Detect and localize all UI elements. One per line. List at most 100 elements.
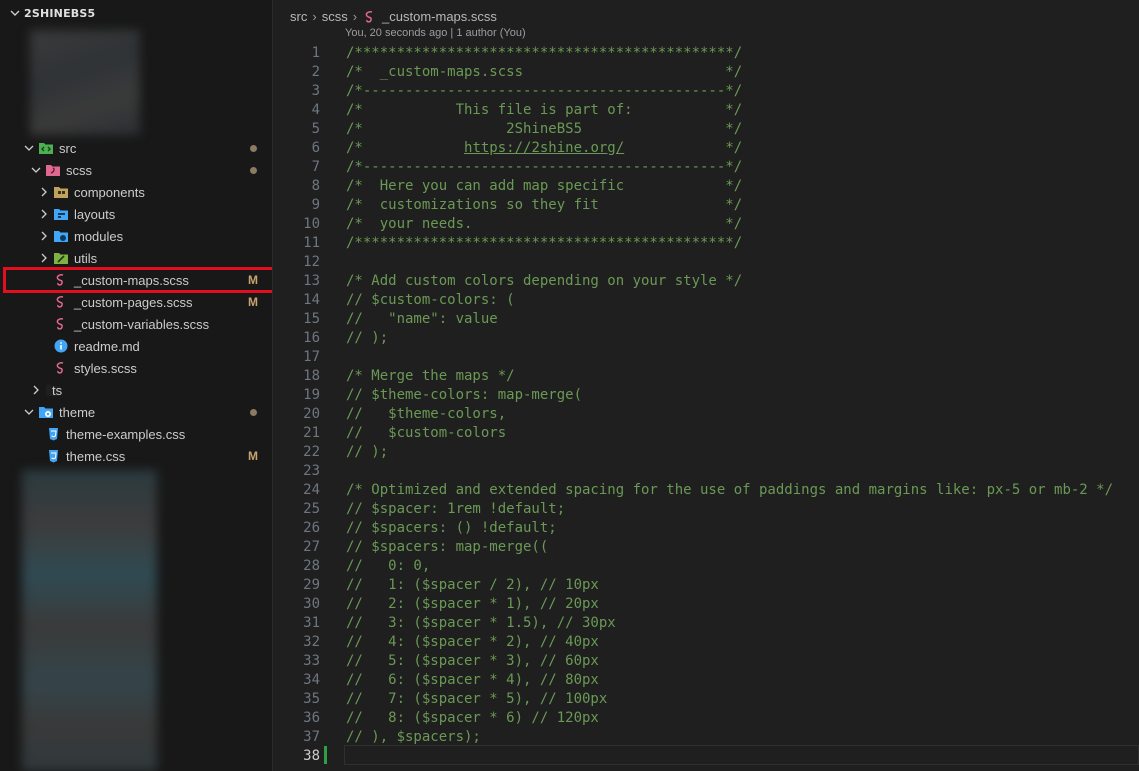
- tree-item-label: theme-examples.css: [66, 426, 186, 442]
- code-line: 2 /* _custom-maps.scss */: [274, 62, 1139, 81]
- info-file-icon: [53, 338, 69, 354]
- code-line: 27 // $spacers: map-merge((: [274, 537, 1139, 556]
- line-number: 32: [303, 633, 320, 650]
- tree-item-theme-css[interactable]: theme.css M: [0, 445, 272, 467]
- line-number: 37: [303, 728, 320, 745]
- code-line: 34 // 6: ($spacer * 4), // 80px: [274, 670, 1139, 689]
- code-line: 9 /* customizations so they fit */: [274, 195, 1139, 214]
- tree-item-src[interactable]: src: [0, 137, 272, 159]
- line-number: 36: [303, 709, 320, 726]
- line-number: 31: [303, 614, 320, 631]
- code-text: // 2: ($spacer * 1), // 20px: [346, 595, 599, 612]
- code-line: 25 // $spacer: 1rem !default;: [274, 499, 1139, 518]
- tree-item-custom-variables[interactable]: _custom-variables.scss: [0, 313, 272, 335]
- file-tree: src scss components layouts modules util…: [0, 137, 272, 467]
- folder-src-icon: [38, 140, 54, 156]
- code-line: 22 // );: [274, 442, 1139, 461]
- tree-item-readme[interactable]: readme.md: [0, 335, 272, 357]
- code-line: 32 // 4: ($spacer * 2), // 40px: [274, 632, 1139, 651]
- code-text: // 4: ($spacer * 2), // 40px: [346, 633, 599, 650]
- tree-item-ts[interactable]: ts: [0, 379, 272, 401]
- line-number: 10: [303, 215, 320, 232]
- line-number: 26: [303, 519, 320, 536]
- code-text: /* 2ShineBS5 */: [346, 120, 743, 137]
- code-text: // $spacers: () !default;: [346, 519, 557, 536]
- comment-link[interactable]: https://2shine.org/: [464, 140, 624, 156]
- tree-item-scss[interactable]: scss: [0, 159, 272, 181]
- line-number: 27: [303, 538, 320, 555]
- tree-item-custom-maps[interactable]: _custom-maps.scss M: [0, 269, 272, 291]
- code-text: /* Optimized and extended spacing for th…: [346, 481, 1114, 498]
- code-text: // $theme-colors,: [346, 405, 507, 422]
- line-number: 16: [303, 329, 320, 346]
- line-number: 18: [303, 367, 320, 384]
- code-line: 30 // 2: ($spacer * 1), // 20px: [274, 594, 1139, 613]
- tree-item-label: styles.scss: [74, 360, 137, 376]
- tree-item-label: ts: [52, 382, 63, 398]
- chevron-right-icon: [37, 229, 51, 243]
- line-number: 1: [311, 44, 320, 61]
- code-line: 26 // $spacers: () !default;: [274, 518, 1139, 537]
- breadcrumb-item[interactable]: scss: [322, 9, 348, 24]
- chevron-right-icon: [37, 185, 51, 199]
- chevron-down-icon: [22, 141, 36, 155]
- line-number: 12: [303, 253, 320, 270]
- chevron-down-icon: [10, 10, 20, 16]
- chevron-right-icon: ›: [312, 9, 317, 24]
- code-text: // );: [346, 329, 389, 346]
- code-line: 37 // ), $spacers);: [274, 727, 1139, 746]
- sass-file-icon: [53, 294, 69, 310]
- line-number: 21: [303, 424, 320, 441]
- code-line: 5 /* 2ShineBS5 */: [274, 119, 1139, 138]
- tree-item-styles[interactable]: styles.scss: [0, 357, 272, 379]
- tree-item-utils[interactable]: utils: [0, 247, 272, 269]
- tree-item-label: theme: [59, 404, 96, 420]
- line-number: 9: [311, 196, 320, 213]
- code-text: /* Add custom colors depending on your s…: [346, 272, 743, 289]
- breadcrumb-item[interactable]: _custom-maps.scss: [382, 9, 497, 24]
- code-text: // $spacers: map-merge((: [346, 538, 549, 555]
- code-line: 15 // "name": value: [274, 309, 1139, 328]
- modified-dot: [250, 167, 257, 174]
- chevron-right-icon: [37, 251, 51, 265]
- code-line: 28 // 0: 0,: [274, 556, 1139, 575]
- line-number: 4: [311, 101, 320, 118]
- code-text: /*--------------------------------------…: [346, 82, 743, 99]
- code-editor[interactable]: src › scss › _custom-maps.scss You, 20 s…: [274, 0, 1139, 771]
- sass-file-icon: [53, 316, 69, 332]
- line-number: 8: [311, 177, 320, 194]
- line-number: 33: [303, 652, 320, 669]
- code-text: // );: [346, 443, 389, 460]
- tree-item-theme-examples[interactable]: theme-examples.css: [0, 423, 272, 445]
- code-line: 24 /* Optimized and extended spacing for …: [274, 480, 1139, 499]
- line-number: 7: [311, 158, 320, 175]
- code-text: /* _custom-maps.scss */: [346, 63, 743, 80]
- codelens-blame[interactable]: You, 20 seconds ago | 1 author (You): [345, 27, 526, 39]
- code-line: 20 // $theme-colors,: [274, 404, 1139, 423]
- modified-badge: M: [248, 449, 258, 463]
- tree-item-label: scss: [66, 162, 92, 178]
- code-line: 4 /* This file is part of: */: [274, 100, 1139, 119]
- folder-utils-icon: [53, 250, 69, 266]
- code-text: // ), $spacers);: [346, 728, 481, 745]
- code-line: 6 /* https://2shine.org/ */: [274, 138, 1139, 157]
- code-text: /*--------------------------------------…: [346, 158, 743, 175]
- css-file-icon: [45, 448, 61, 464]
- css-file-icon: [45, 426, 61, 442]
- tree-item-label: src: [59, 140, 77, 156]
- line-number: 11: [303, 234, 320, 251]
- tree-item-custom-pages[interactable]: _custom-pages.scss M: [0, 291, 272, 313]
- code-text: /* This file is part of: */: [346, 101, 743, 118]
- tree-item-theme[interactable]: theme: [0, 401, 272, 423]
- tree-item-modules[interactable]: modules: [0, 225, 272, 247]
- explorer-root-header[interactable]: 2SHINEBS5: [0, 0, 272, 26]
- code-line: 8 /* Here you can add map specific */: [274, 176, 1139, 195]
- code-line: 21 // $custom-colors: [274, 423, 1139, 442]
- tree-item-layouts[interactable]: layouts: [0, 203, 272, 225]
- code-text: // 6: ($spacer * 4), // 80px: [346, 671, 599, 688]
- breadcrumb-item[interactable]: src: [290, 9, 307, 24]
- code-text: // $custom-colors: (: [346, 291, 515, 308]
- code-line: 38: [274, 746, 1139, 765]
- chevron-down-icon: [29, 163, 43, 177]
- tree-item-components[interactable]: components: [0, 181, 272, 203]
